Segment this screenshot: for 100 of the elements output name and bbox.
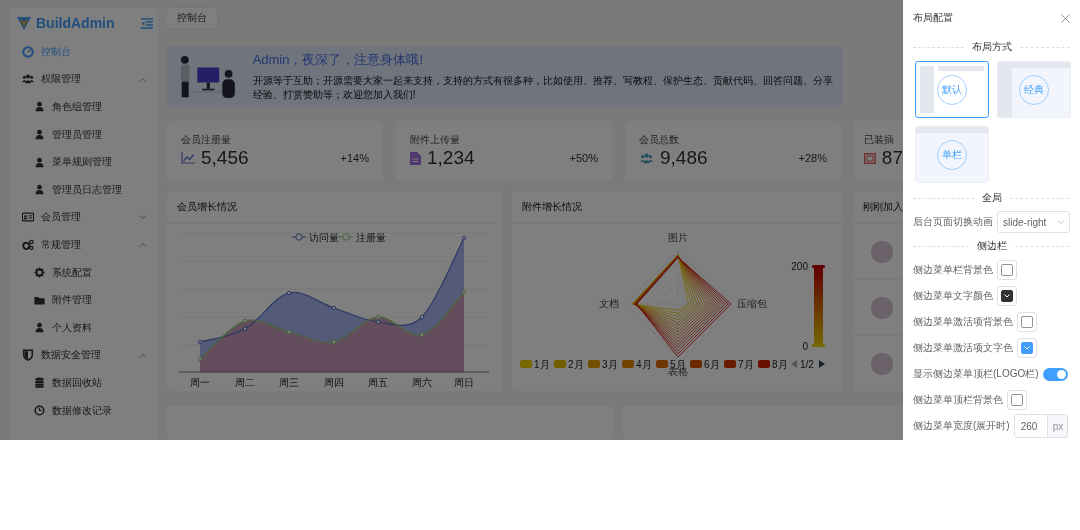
layout-option[interactable]: 经典 xyxy=(997,61,1071,118)
setting-label: 侧边菜单顶栏背景色 xyxy=(913,393,1003,407)
page-indicator: 1/2 xyxy=(800,359,814,371)
legend-item[interactable]: 访问量 xyxy=(291,232,339,244)
data-point xyxy=(286,290,292,296)
user-icon xyxy=(34,156,45,168)
shield-icon xyxy=(22,349,34,362)
legend-item[interactable]: 2月 xyxy=(554,359,584,371)
users-icon xyxy=(639,151,654,165)
chevron-icon xyxy=(139,214,147,220)
user-icon xyxy=(34,101,45,113)
visual-map-bar[interactable] xyxy=(812,265,825,348)
setting-label: 侧边菜单文字颜色 xyxy=(913,289,993,303)
layout-option[interactable]: 默认 xyxy=(915,61,989,118)
menu-item[interactable]: 会员管理 xyxy=(10,203,157,232)
menu-fold-icon[interactable] xyxy=(141,17,153,29)
section-heading: 全局 xyxy=(981,191,1002,205)
select-field[interactable]: slide-right xyxy=(997,211,1070,233)
axis-label: 周六 xyxy=(412,377,432,389)
axis-label: 周二 xyxy=(235,377,255,389)
setting-label: 侧边菜单栏背景色 xyxy=(913,263,993,277)
menu-item[interactable]: 数据安全管理 xyxy=(10,341,157,370)
avatar xyxy=(871,296,893,319)
axis-label: 周一 xyxy=(190,377,210,389)
database-icon xyxy=(34,377,45,389)
line-chart-icon xyxy=(181,152,195,165)
menu-item[interactable]: 管理员管理 xyxy=(10,120,157,149)
indicator-label: 图片 xyxy=(668,232,688,244)
stat-value: 1,234 xyxy=(427,147,475,170)
menu-item[interactable]: 权限管理 xyxy=(10,65,157,94)
chevron-icon xyxy=(1024,346,1030,350)
legend-item[interactable]: 4月 xyxy=(622,359,652,371)
data-point xyxy=(419,332,425,338)
banner-text: 开源等于互助；开源需要大家一起来支持，支持的方式有很多种，比如使用、推荐、写教程、保护生态、贡献代码、回答问题、分享经验、打赏赞助等；欢迎您加入我们! xyxy=(252,74,833,103)
setting-label: 侧边菜单激活项文字色 xyxy=(913,341,1013,355)
stat-title: 附件上传量 xyxy=(410,133,461,148)
toggle-switch[interactable] xyxy=(1042,367,1068,381)
menu-item[interactable]: 系统配置 xyxy=(10,258,157,287)
panel-title: 附件增长情况 xyxy=(522,200,582,215)
data-point xyxy=(242,326,248,332)
data-point xyxy=(197,339,203,345)
chevron-icon xyxy=(139,76,147,82)
file-icon xyxy=(410,151,421,165)
legend-item[interactable]: 6月 xyxy=(690,359,720,371)
menu-item[interactable]: 数据修改记录 xyxy=(10,396,157,425)
stat-title: 会员注册量 xyxy=(181,133,232,148)
range-label: 200 xyxy=(791,261,808,273)
color-picker[interactable] xyxy=(997,260,1017,280)
axis-label: 周三 xyxy=(279,377,299,389)
layout-option[interactable]: 单栏 xyxy=(915,126,989,183)
data-point xyxy=(286,329,292,335)
legend-item[interactable]: 3月 xyxy=(588,359,618,371)
data-point xyxy=(461,235,467,241)
setting-label: 侧边菜单激活项背景色 xyxy=(913,315,1013,329)
id-card-icon xyxy=(22,211,34,224)
legend-item[interactable]: 8月 xyxy=(758,359,788,371)
stat-value: 5,456 xyxy=(201,147,249,170)
menu-item[interactable]: 角色组管理 xyxy=(10,93,157,121)
avatar xyxy=(871,352,893,375)
gear-icon xyxy=(34,267,45,279)
stat-title: 已装插 xyxy=(864,133,895,148)
menu-item[interactable]: 数据回收站 xyxy=(10,369,157,397)
next-page-icon[interactable] xyxy=(819,360,825,369)
menu-item[interactable]: 常规管理 xyxy=(10,231,157,259)
previous-page-icon[interactable] xyxy=(791,360,797,369)
legend-item[interactable]: 注册量 xyxy=(338,232,386,244)
tab[interactable]: 控制台 xyxy=(167,8,217,29)
panel-title: 会员增长情况 xyxy=(177,200,237,215)
data-point xyxy=(197,356,203,362)
color-picker[interactable] xyxy=(1017,338,1037,358)
axis-label: 周日 xyxy=(454,377,474,389)
setting-label: 后台页面切换动画 xyxy=(913,215,993,229)
user-icon xyxy=(34,129,45,141)
data-point xyxy=(419,314,425,320)
indicator-label: 文档 xyxy=(599,298,619,310)
stat-change: +50% xyxy=(569,152,598,165)
stat-value: 87 xyxy=(881,147,903,170)
legend-item[interactable]: 1月 xyxy=(520,359,550,371)
legend-item[interactable]: 7月 xyxy=(724,359,754,371)
color-picker[interactable] xyxy=(997,286,1017,306)
folder-icon xyxy=(34,294,45,306)
clock-icon xyxy=(34,405,45,416)
dashboard-icon xyxy=(22,45,34,58)
chevron-icon xyxy=(139,242,147,248)
color-picker[interactable] xyxy=(1007,390,1027,410)
user-icon xyxy=(34,322,45,334)
menu-item[interactable]: 个人资料 xyxy=(10,313,157,342)
data-point xyxy=(242,318,248,324)
number-field[interactable]: 260 px xyxy=(1013,414,1068,438)
menu-item[interactable]: 管理员日志管理 xyxy=(10,175,157,204)
close-icon[interactable] xyxy=(1061,13,1070,23)
color-picker[interactable] xyxy=(1017,312,1037,332)
chevron-icon xyxy=(139,352,147,358)
menu-item[interactable]: 菜单规则管理 xyxy=(10,148,157,176)
range-label: 0 xyxy=(802,341,808,353)
drawer-title: 布局配置 xyxy=(913,11,953,25)
avatar xyxy=(871,240,893,263)
menu-item[interactable]: 附件管理 xyxy=(10,286,157,314)
section-heading: 侧边栏 xyxy=(976,239,1007,253)
image-icon xyxy=(864,152,876,164)
